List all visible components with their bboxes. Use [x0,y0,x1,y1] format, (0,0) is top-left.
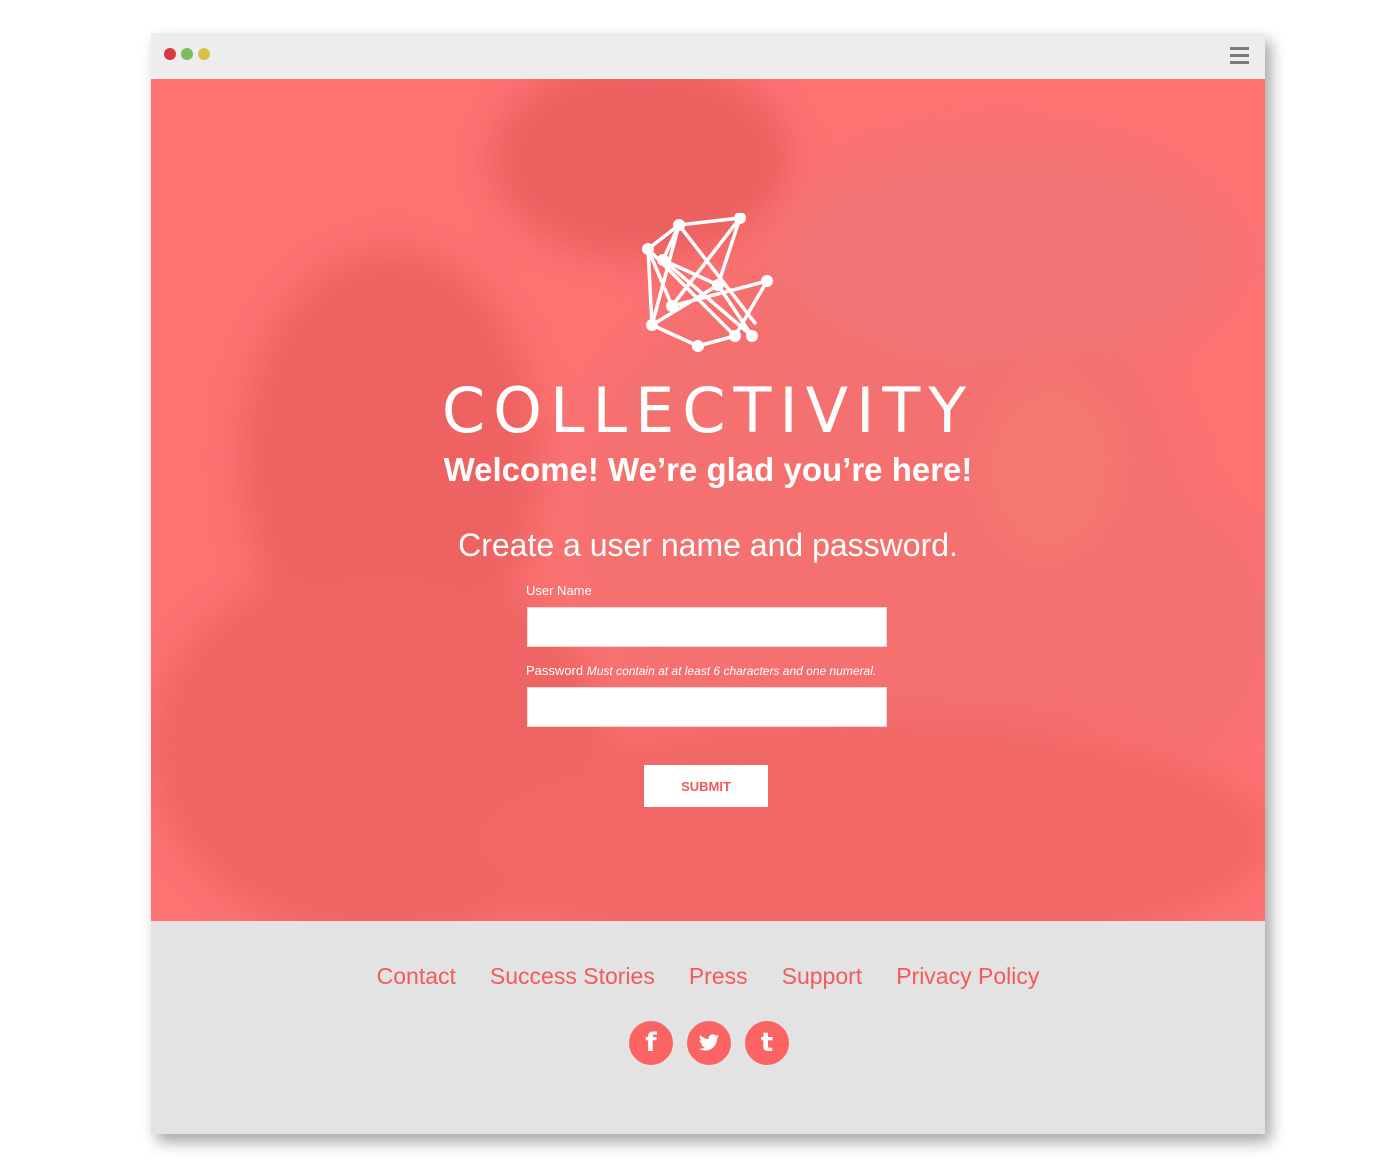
footer-link-press[interactable]: Press [689,963,748,990]
footer-link-success-stories[interactable]: Success Stories [490,963,655,990]
twitter-icon[interactable] [686,1020,732,1066]
welcome-heading: Welcome! We’re glad you’re here! [443,451,973,488]
twitter-bird-glyph [698,1034,720,1051]
password-hint: Must contain at at least 6 characters an… [586,664,877,678]
facebook-icon[interactable]: f [628,1020,674,1066]
hero-section: COLLECTIVITY Welcome! We’re glad you’re … [151,79,1265,921]
brand-name: COLLECTIVITY [441,374,975,447]
form-instructions: Create a user name and password. [458,527,958,563]
title-bar [151,33,1265,79]
footer-link-support[interactable]: Support [782,963,863,990]
network-nodes-logo-icon [642,213,773,352]
maximize-window-button[interactable] [198,48,210,60]
password-label: Password [526,663,584,678]
hamburger-menu-icon[interactable] [1230,47,1249,65]
submit-button[interactable]: SUBMIT [644,765,768,807]
footer-link-privacy-policy[interactable]: Privacy Policy [896,963,1039,990]
close-window-button[interactable] [164,48,176,60]
browser-window: COLLECTIVITY Welcome! We’re glad you’re … [151,33,1265,1134]
password-input[interactable] [527,687,887,727]
password-label-group: Password Must contain at at least 6 char… [526,663,876,678]
username-label: User Name [526,583,592,598]
footer-link-contact[interactable]: Contact [377,963,456,990]
minimize-window-button[interactable] [181,48,193,60]
tumblr-icon[interactable]: t [744,1020,790,1066]
username-input[interactable] [527,607,887,647]
footer-nav: Contact Success Stories Press Support Pr… [151,963,1265,990]
